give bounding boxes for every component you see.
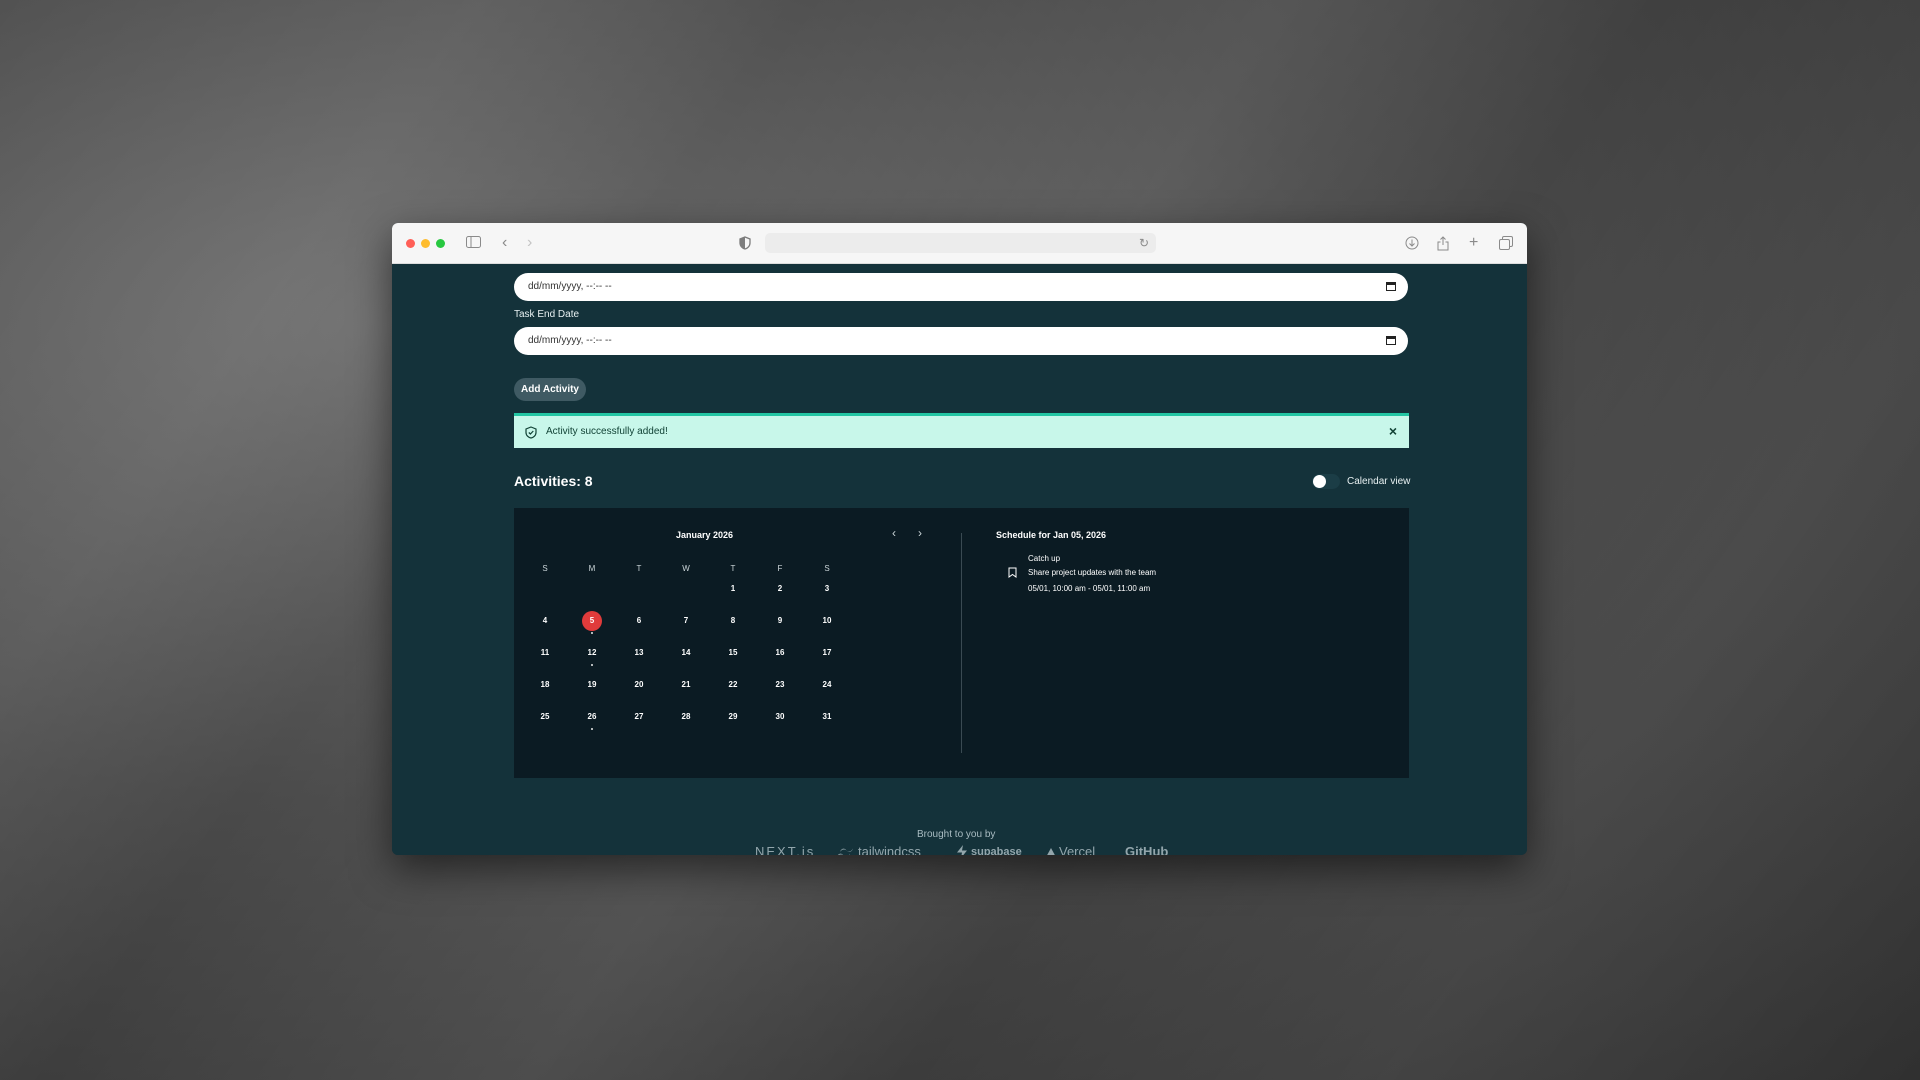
calendar-picker-icon[interactable] xyxy=(1386,281,1396,292)
share-icon[interactable] xyxy=(1437,236,1449,253)
sidebar-toggle-icon[interactable] xyxy=(466,236,481,250)
calendar-panel: January 2026 ‹ › SMTWTFS 1 2 3 4 5 6 7 8 9 10 11 12… xyxy=(514,508,1409,778)
panel-divider xyxy=(961,533,962,753)
page-content: dd/mm/yyyy, --:-- -- Task End Date dd/mm… xyxy=(392,264,1527,855)
calendar-day[interactable]: 29 xyxy=(718,708,748,726)
calendar-picker-icon[interactable] xyxy=(1386,335,1396,346)
calendar-day[interactable]: 10 xyxy=(812,612,842,630)
activity-indicator-dot xyxy=(591,632,593,634)
calendar-day[interactable]: 6 xyxy=(624,612,654,630)
calendar-day[interactable]: 9 xyxy=(765,612,795,630)
weekday-label: S xyxy=(542,564,548,573)
calendar-day[interactable]: 27 xyxy=(624,708,654,726)
schedule-item-description: Share project updates with the team xyxy=(1028,568,1157,577)
task-end-date-label: Task End Date xyxy=(514,309,580,320)
calendar-day[interactable]: 21 xyxy=(671,676,701,694)
calendar-day[interactable]: 31 xyxy=(812,708,842,726)
weekday-label: M xyxy=(588,564,596,573)
shield-check-icon xyxy=(525,426,537,442)
close-window-button[interactable] xyxy=(406,239,415,248)
calendar-day[interactable]: 8 xyxy=(718,612,748,630)
github-logo: GitHub xyxy=(1125,844,1169,855)
calendar-day[interactable]: 3 xyxy=(812,580,842,598)
forward-arrow-icon[interactable]: › xyxy=(527,235,532,251)
close-icon[interactable]: × xyxy=(1389,423,1397,439)
new-tab-icon[interactable]: + xyxy=(1469,235,1478,251)
calendar-day[interactable]: 17 xyxy=(812,644,842,662)
weekday-label: F xyxy=(777,564,783,573)
task-start-date-placeholder: dd/mm/yyyy, --:-- -- xyxy=(528,281,612,292)
calendar-day[interactable]: 11 xyxy=(530,644,560,662)
calendar-month-label: January 2026 xyxy=(676,530,734,540)
schedule-item-title: Catch up xyxy=(1028,554,1061,563)
add-activity-button[interactable]: Add Activity xyxy=(514,378,586,401)
calendar-day[interactable]: 28 xyxy=(671,708,701,726)
calendar-view-label: Calendar view xyxy=(1347,476,1411,487)
previous-month-button[interactable]: ‹ xyxy=(892,526,896,540)
calendar-day[interactable]: 26 xyxy=(577,708,607,726)
tailwind-icon xyxy=(836,846,854,855)
brought-to-you-by: Brought to you by xyxy=(917,829,996,840)
calendar-day[interactable]: 7 xyxy=(671,612,701,630)
bookmark-icon xyxy=(1008,565,1017,583)
privacy-shield-icon[interactable] xyxy=(739,236,751,252)
browser-toolbar: ‹ › ↻ + xyxy=(392,223,1527,264)
calendar-day[interactable]: 22 xyxy=(718,676,748,694)
browser-window: ‹ › ↻ + dd/mm/yyyy, --:-- -- Task End Da… xyxy=(392,223,1527,855)
calendar-day[interactable]: 24 xyxy=(812,676,842,694)
calendar-day[interactable]: 14 xyxy=(671,644,701,662)
calendar-day-selected[interactable]: 5 xyxy=(582,611,602,631)
task-end-date-placeholder: dd/mm/yyyy, --:-- -- xyxy=(528,335,612,346)
calendar-day[interactable]: 25 xyxy=(530,708,560,726)
schedule-item[interactable]: Catch up Share project updates with the … xyxy=(1008,554,1368,594)
back-arrow-icon[interactable]: ‹ xyxy=(502,235,507,251)
maximize-window-button[interactable] xyxy=(436,239,445,248)
calendar-day[interactable]: 18 xyxy=(530,676,560,694)
weekday-label: T xyxy=(636,564,642,573)
vercel-logo: Vercel xyxy=(1059,844,1096,855)
calendar-day[interactable]: 19 xyxy=(577,676,607,694)
activity-indicator-dot xyxy=(591,728,593,730)
nextjs-logo: NEXT.js xyxy=(755,844,816,855)
schedule-item-time: 05/01, 10:00 am - 05/01, 11:00 am xyxy=(1028,584,1151,593)
weekday-label: T xyxy=(730,564,736,573)
calendar-day[interactable]: 2 xyxy=(765,580,795,598)
calendar-day[interactable]: 20 xyxy=(624,676,654,694)
calendar-day[interactable]: 30 xyxy=(765,708,795,726)
alert-message: Activity successfully added! xyxy=(546,426,668,437)
supabase-bolt-icon xyxy=(957,845,967,855)
toggle-knob xyxy=(1313,475,1326,488)
calendar-day[interactable]: 1 xyxy=(718,580,748,598)
activity-indicator-dot xyxy=(591,664,593,666)
calendar-day[interactable]: 4 xyxy=(530,612,560,630)
success-alert: Activity successfully added! × xyxy=(514,413,1409,448)
calendar-day[interactable]: 15 xyxy=(718,644,748,662)
calendar-day[interactable]: 13 xyxy=(624,644,654,662)
calendar-day[interactable]: 23 xyxy=(765,676,795,694)
supabase-logo: supabase xyxy=(971,846,1022,855)
next-month-button[interactable]: › xyxy=(918,526,922,540)
minimize-window-button[interactable] xyxy=(421,239,430,248)
tab-overview-icon[interactable] xyxy=(1499,236,1513,252)
schedule-title: Schedule for Jan 05, 2026 xyxy=(996,530,1107,540)
calendar-day[interactable]: 16 xyxy=(765,644,795,662)
task-start-date-input[interactable]: dd/mm/yyyy, --:-- -- xyxy=(514,273,1408,301)
reload-icon[interactable]: ↻ xyxy=(1139,236,1149,250)
calendar-view-toggle[interactable] xyxy=(1312,474,1340,489)
weekday-label: S xyxy=(824,564,830,573)
download-icon[interactable] xyxy=(1405,236,1419,252)
task-end-date-input[interactable]: dd/mm/yyyy, --:-- -- xyxy=(514,327,1408,355)
address-bar[interactable]: ↻ xyxy=(765,233,1156,253)
calendar-day[interactable]: 12 xyxy=(577,644,607,662)
vercel-triangle-icon xyxy=(1045,846,1057,855)
weekday-label: W xyxy=(682,564,690,573)
tailwindcss-logo: tailwindcss xyxy=(858,844,921,855)
activities-count-heading: Activities: 8 xyxy=(514,473,593,489)
